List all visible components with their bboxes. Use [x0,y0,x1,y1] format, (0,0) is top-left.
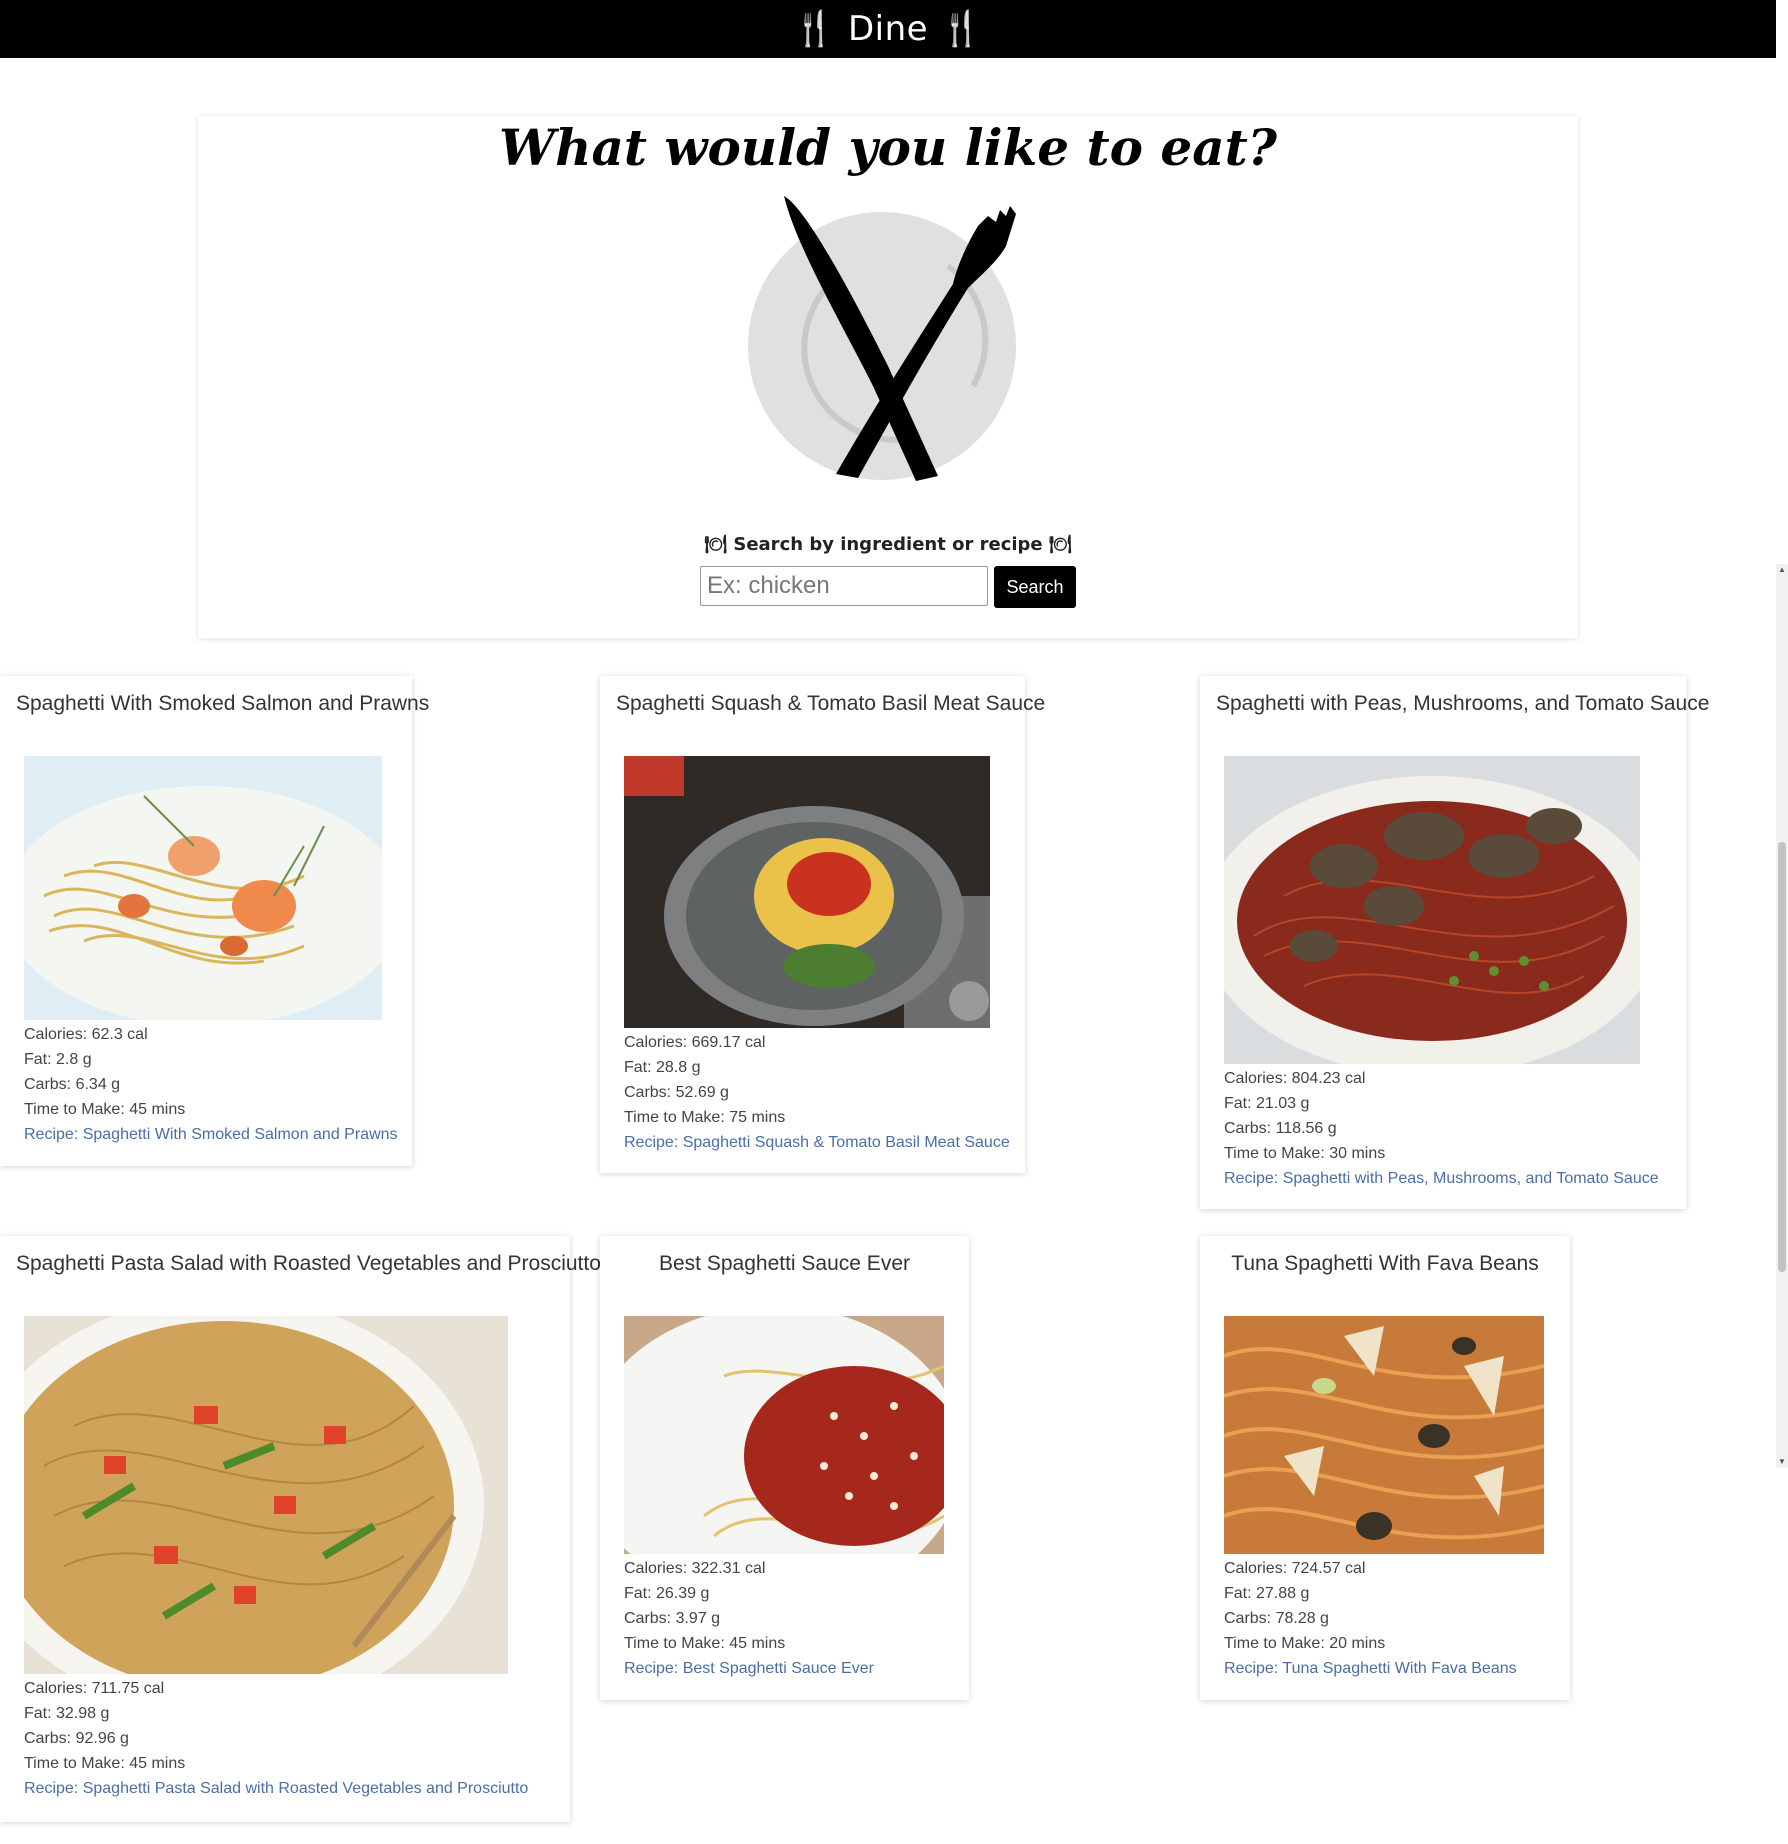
recipe-time: Time to Make: 30 mins [1224,1145,1386,1162]
recipe-nutrition: Calories: 669.17 cal Fat: 28.8 g Carbs: … [624,1030,1009,1130]
recipe-fat: Fat: 32.98 g [24,1705,110,1722]
recipe-nutrition: Calories: 711.75 cal Fat: 32.98 g Carbs:… [24,1676,554,1776]
recipe-fat: Fat: 21.03 g [1224,1095,1310,1112]
search-row: Search [198,566,1578,608]
recipe-image[interactable] [24,756,382,1020]
recipe-link[interactable]: Recipe: Spaghetti With Smoked Salmon and… [24,1122,398,1147]
fork-knife-icon: 🍴 [940,9,983,49]
recipe-calories: Calories: 804.23 cal [1224,1070,1366,1087]
recipe-title: Spaghetti Pasta Salad with Roasted Veget… [16,1252,601,1275]
recipe-card: Spaghetti Squash & Tomato Basil Meat Sau… [600,676,1046,1173]
recipe-link[interactable]: Recipe: Spaghetti Squash & Tomato Basil … [624,1130,1010,1155]
recipe-time: Time to Make: 45 mins [24,1101,186,1118]
recipe-card: Tuna Spaghetti With Fava Beans Calories:… [1200,1236,1570,1700]
recipe-calories: Calories: 669.17 cal [624,1034,766,1051]
recipe-title: Spaghetti Squash & Tomato Basil Meat Sau… [616,692,1046,715]
search-input[interactable] [700,566,988,606]
recipe-card: Best Spaghetti Sauce Ever Calories: 322.… [600,1236,969,1700]
recipe-card: Spaghetti With Smoked Salmon and Prawns … [0,676,430,1166]
recipe-fat: Fat: 2.8 g [24,1051,92,1068]
page-heading: What would you like to eat? [499,118,1277,177]
recipe-time: Time to Make: 45 mins [24,1755,186,1772]
recipe-link[interactable]: Recipe: Spaghetti Pasta Salad with Roast… [24,1776,554,1801]
plate-cutlery-illustration [748,196,1016,481]
recipe-link[interactable]: Recipe: Spaghetti with Peas, Mushrooms, … [1224,1166,1670,1191]
recipe-nutrition: Calories: 804.23 cal Fat: 21.03 g Carbs:… [1224,1066,1670,1166]
brand[interactable]: 🍴 Dine 🍴 [793,9,983,49]
recipe-card: Spaghetti with Peas, Mushrooms, and Toma… [1200,676,1710,1209]
search-label: 🍽 Search by ingredient or recipe 🍽 [704,534,1072,555]
search-panel: What would you like to eat? 🍽 Search by … [198,116,1578,638]
page-scrollbar[interactable]: ▲ ▼ [1776,564,1788,1468]
recipe-time: Time to Make: 45 mins [624,1635,786,1652]
brand-name: Dine [847,9,929,49]
recipe-nutrition: Calories: 724.57 cal Fat: 27.88 g Carbs:… [1224,1556,1554,1656]
recipe-carbs: Carbs: 3.97 g [624,1610,721,1627]
scroll-up-arrow[interactable]: ▲ [1776,564,1788,576]
recipe-image[interactable] [1224,756,1640,1064]
recipe-carbs: Carbs: 92.96 g [24,1730,129,1747]
recipe-calories: Calories: 724.57 cal [1224,1560,1366,1577]
recipe-carbs: Carbs: 6.34 g [24,1076,121,1093]
recipe-calories: Calories: 711.75 cal [24,1680,165,1697]
recipe-fat: Fat: 27.88 g [1224,1585,1310,1602]
recipe-time: Time to Make: 75 mins [624,1109,786,1126]
recipe-nutrition: Calories: 62.3 cal Fat: 2.8 g Carbs: 6.3… [24,1022,396,1122]
search-button[interactable]: Search [994,566,1076,608]
scroll-down-arrow[interactable]: ▼ [1776,1456,1788,1468]
recipe-nutrition: Calories: 322.31 cal Fat: 26.39 g Carbs:… [624,1556,953,1656]
recipe-title: Tuna Spaghetti With Fava Beans [1231,1252,1539,1275]
fork-knife-icon: 🍴 [793,9,836,49]
recipe-link[interactable]: Recipe: Tuna Spaghetti With Fava Beans [1224,1656,1554,1681]
recipe-link[interactable]: Recipe: Best Spaghetti Sauce Ever [624,1656,953,1681]
top-bar: 🍴 Dine 🍴 [0,0,1776,58]
recipe-calories: Calories: 322.31 cal [624,1560,766,1577]
recipe-image[interactable] [24,1316,508,1674]
recipe-title: Spaghetti With Smoked Salmon and Prawns [16,692,430,715]
recipe-image[interactable] [1224,1316,1544,1554]
scrollbar-thumb[interactable] [1778,842,1786,1272]
recipe-title: Best Spaghetti Sauce Ever [659,1252,910,1275]
recipe-carbs: Carbs: 118.56 g [1224,1120,1337,1137]
recipe-card: Spaghetti Pasta Salad with Roasted Veget… [0,1236,601,1822]
recipe-image[interactable] [624,1316,944,1554]
recipe-calories: Calories: 62.3 cal [24,1026,148,1043]
recipe-carbs: Carbs: 52.69 g [624,1084,729,1101]
recipe-time: Time to Make: 20 mins [1224,1635,1386,1652]
recipe-carbs: Carbs: 78.28 g [1224,1610,1329,1627]
recipe-title: Spaghetti with Peas, Mushrooms, and Toma… [1216,692,1710,715]
recipe-image[interactable] [624,756,990,1028]
recipe-fat: Fat: 28.8 g [624,1059,701,1076]
recipe-fat: Fat: 26.39 g [624,1585,710,1602]
